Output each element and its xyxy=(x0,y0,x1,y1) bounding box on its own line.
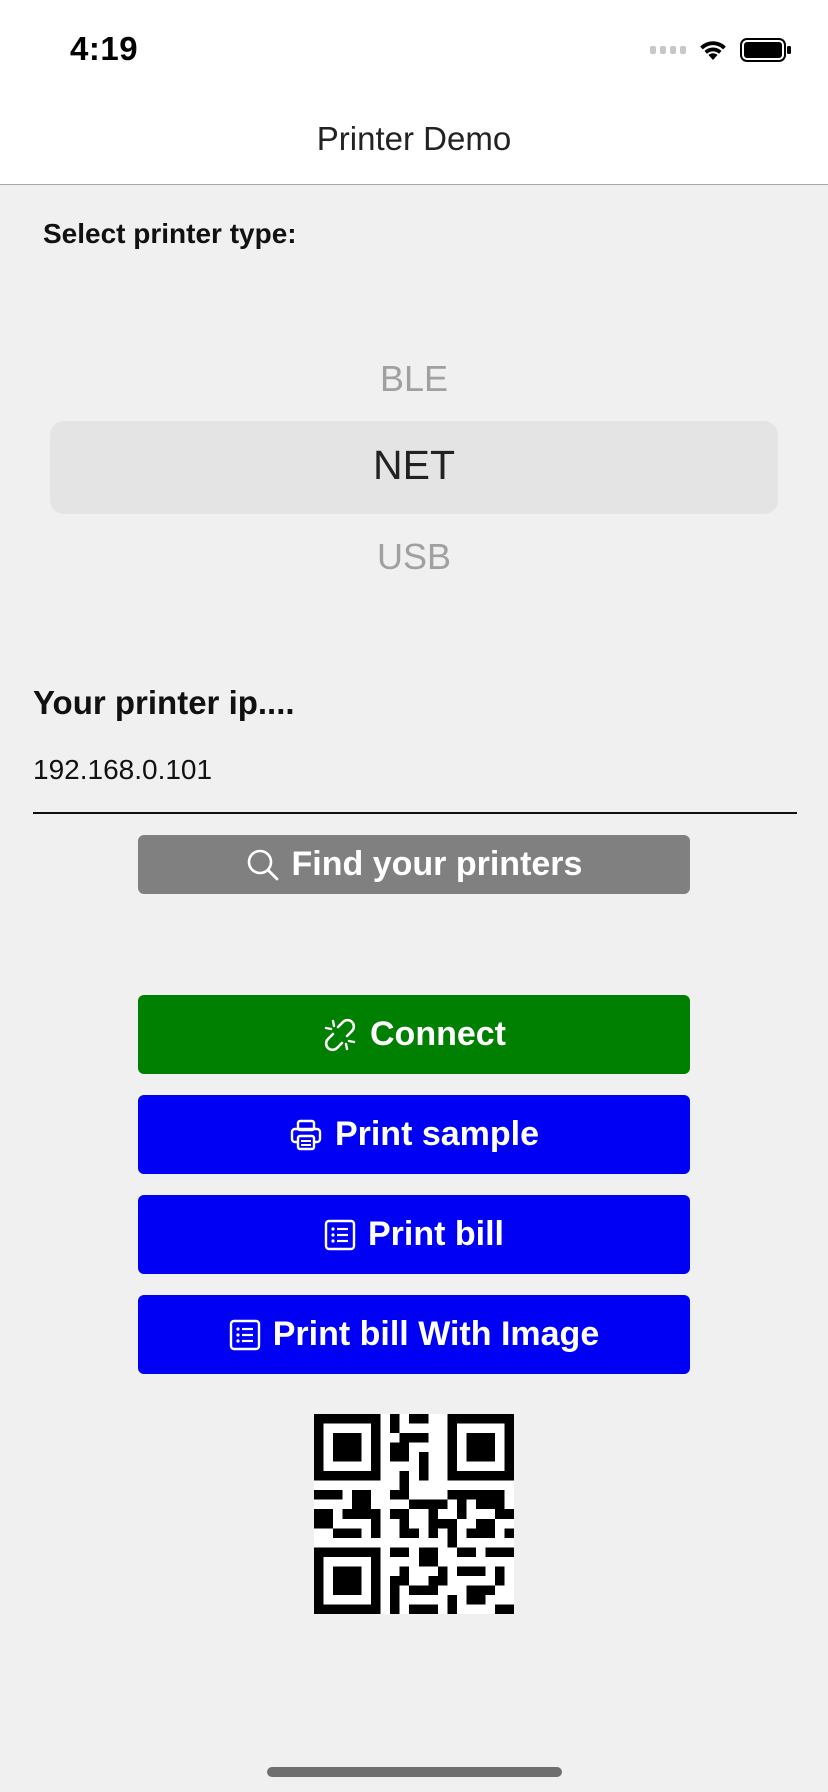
picker-option-ble[interactable]: BLE xyxy=(50,358,778,400)
printer-icon xyxy=(290,1119,322,1150)
home-indicator[interactable] xyxy=(267,1767,562,1777)
print-bill-with-image-label: Print bill With Image xyxy=(272,1315,600,1353)
link-icon xyxy=(324,1018,356,1051)
navigation-bar: Printer Demo xyxy=(0,100,828,185)
receipt-icon xyxy=(229,1319,260,1350)
wifi-icon xyxy=(700,41,726,60)
cellular-signal-icon xyxy=(650,46,686,54)
connect-button[interactable]: Connect xyxy=(138,995,690,1074)
battery-icon xyxy=(740,38,791,62)
qr-code-image xyxy=(314,1414,514,1614)
printer-type-picker[interactable]: BLE NET USB xyxy=(50,340,778,590)
printer-ip-field[interactable]: 192.168.0.101 xyxy=(33,748,797,814)
print-sample-label: Print sample xyxy=(334,1115,540,1153)
printer-type-label: Select printer type: xyxy=(43,218,297,249)
connect-label: Connect xyxy=(370,1015,506,1053)
find-printers-label: Find your printers xyxy=(291,845,583,883)
picker-option-usb[interactable]: USB xyxy=(50,536,778,578)
page-title: Printer Demo xyxy=(316,120,512,157)
status-time: 4:19 xyxy=(70,30,139,67)
search-icon xyxy=(247,849,278,880)
picker-option-net[interactable]: NET xyxy=(50,442,778,489)
receipt-icon xyxy=(324,1219,356,1250)
print-sample-button[interactable]: Print sample xyxy=(138,1095,690,1174)
find-printers-button[interactable]: Find your printers xyxy=(138,835,690,894)
status-bar: 4:19 xyxy=(0,0,828,100)
print-bill-with-image-button[interactable]: Print bill With Image xyxy=(138,1295,690,1374)
print-bill-button[interactable]: Print bill xyxy=(138,1195,690,1274)
print-bill-label: Print bill xyxy=(368,1215,504,1253)
printer-ip-label: Your printer ip.... xyxy=(33,684,295,721)
status-icons xyxy=(650,36,792,64)
